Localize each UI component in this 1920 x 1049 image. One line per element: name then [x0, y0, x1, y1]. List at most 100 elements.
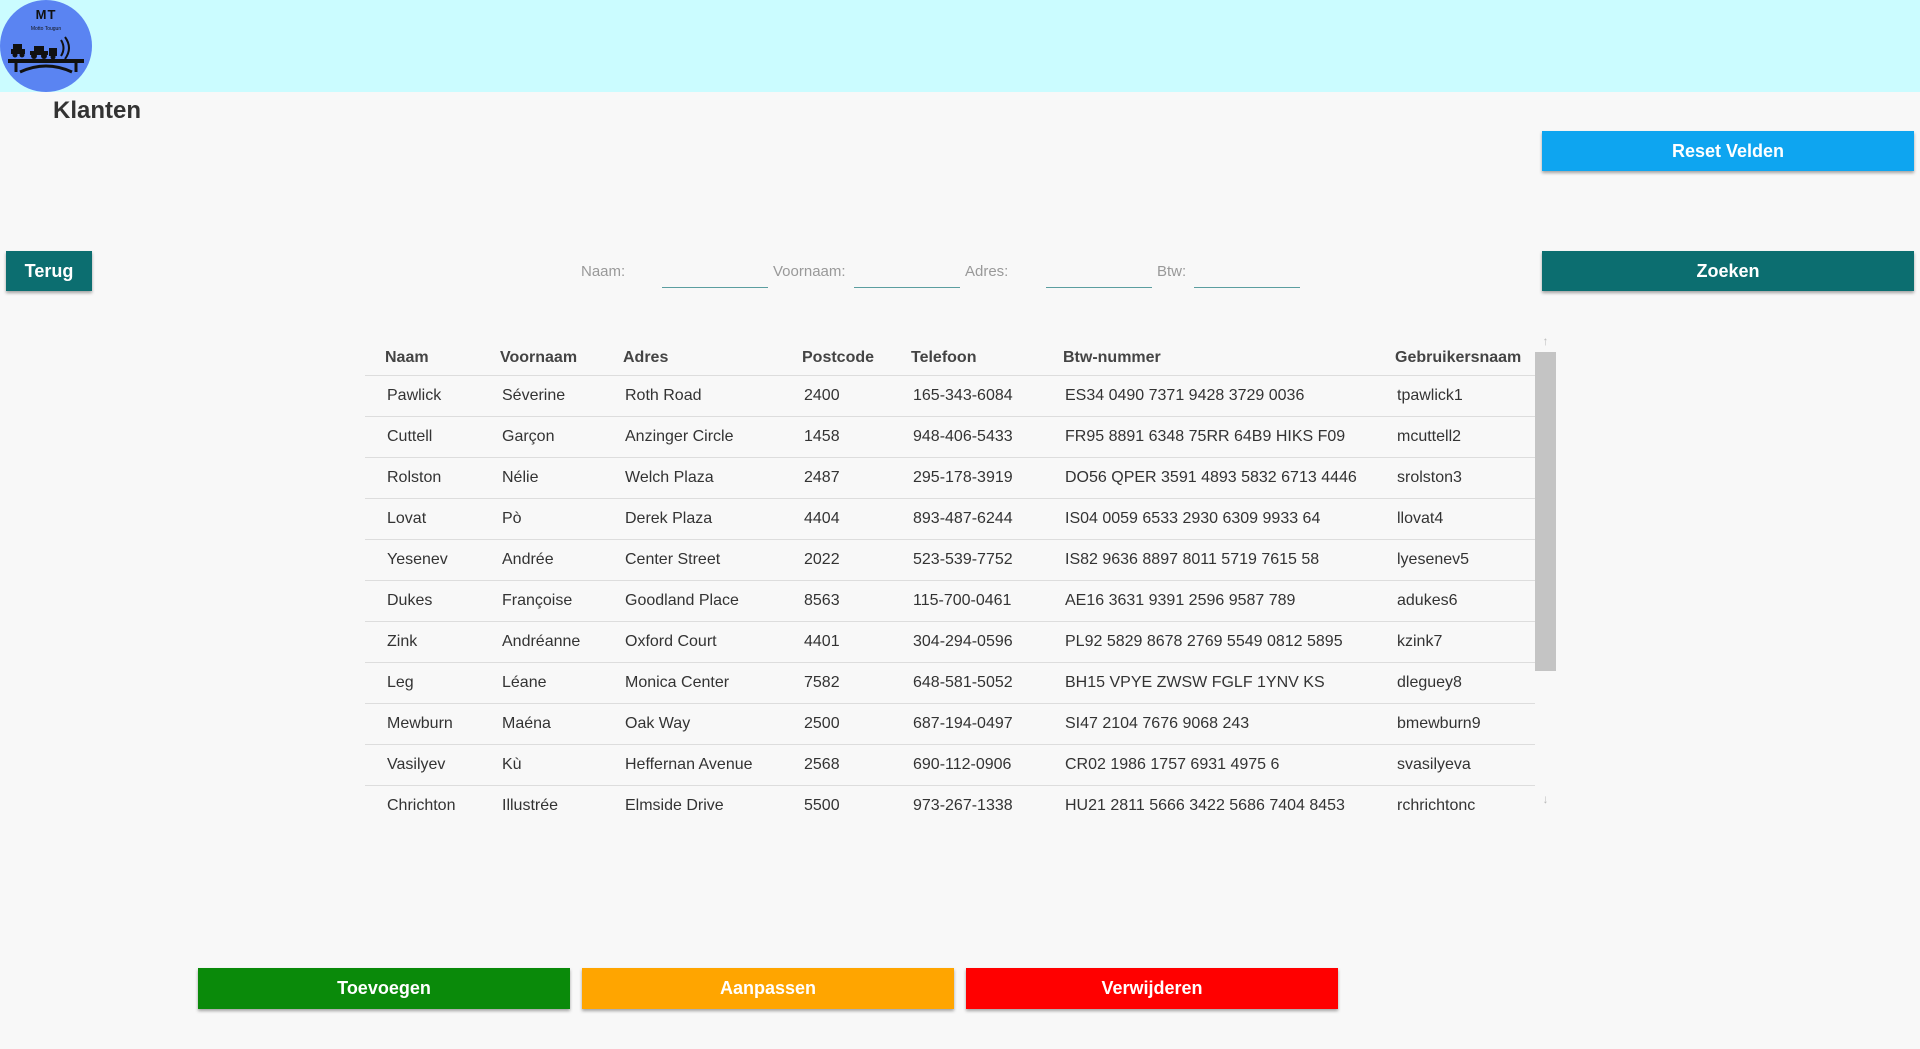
- cell-gebruikersnaam: adukes6: [1375, 580, 1535, 622]
- cell-postcode: 2022: [782, 539, 891, 581]
- cell-btw-nummer: AE16 3631 9391 2596 9587 789: [1043, 580, 1375, 622]
- btw-input[interactable]: [1194, 258, 1300, 288]
- cell-naam: Lovat: [365, 498, 480, 540]
- table-row[interactable]: Lovat Pò Derek Plaza 4404 893-487-6244 I…: [365, 498, 1535, 540]
- cell-postcode: 2500: [782, 703, 891, 745]
- cell-adres: Oak Way: [603, 703, 782, 745]
- cell-btw-nummer: CR02 1986 1757 6931 4975 6: [1043, 744, 1375, 786]
- table-row[interactable]: Mewburn Maéna Oak Way 2500 687-194-0497 …: [365, 703, 1535, 745]
- column-header-gebruikersnaam[interactable]: Gebruikersnaam: [1375, 332, 1535, 376]
- cell-gebruikersnaam: tpawlick1: [1375, 375, 1535, 417]
- customers-table-container: Naam Voornaam Adres Postcode Telefoon Bt…: [365, 332, 1535, 822]
- cell-btw-nummer: ES34 0490 7371 9428 3729 0036: [1043, 375, 1375, 417]
- cell-postcode: 2487: [782, 457, 891, 499]
- cell-adres: Goodland Place: [603, 580, 782, 622]
- cell-voornaam: Garçon: [480, 416, 603, 458]
- table-row[interactable]: Cuttell Garçon Anzinger Circle 1458 948-…: [365, 416, 1535, 458]
- cell-gebruikersnaam: rchrichtonc: [1397, 796, 1476, 814]
- cell-adres: Welch Plaza: [603, 457, 782, 499]
- naam-input[interactable]: [662, 258, 768, 288]
- scrollbar-thumb[interactable]: [1535, 352, 1556, 671]
- cell-voornaam: Françoise: [480, 580, 603, 622]
- table-row[interactable]: Zink Andréanne Oxford Court 4401 304-294…: [365, 621, 1535, 663]
- arrow-up-icon[interactable]: ↑: [1535, 332, 1556, 350]
- cell-voornaam: Nélie: [480, 457, 603, 499]
- page-title: Klanten: [53, 97, 142, 124]
- cell-btw-nummer: IS82 9636 8897 8011 5719 7615 58: [1043, 539, 1375, 581]
- cell-gebruikersnaam: svasilyeva: [1375, 744, 1535, 786]
- cell-gebruikersnaam: kzink7: [1375, 621, 1535, 663]
- column-header-postcode[interactable]: Postcode: [782, 332, 891, 376]
- table-row[interactable]: Vasilyev Kù Heffernan Avenue 2568 690-11…: [365, 744, 1535, 786]
- cell-naam: Zink: [365, 621, 480, 663]
- arrow-down-icon[interactable]: ↓: [1535, 790, 1556, 808]
- cell-btw-nummer: DO56 QPER 3591 4893 5832 6713 4446: [1043, 457, 1375, 499]
- table-scrollbar[interactable]: ↑ ↓: [1535, 332, 1556, 810]
- cell-btw-nummer: BH15 VPYE ZWSW FGLF 1YNV KS: [1043, 662, 1375, 704]
- cell-telefoon: 304-294-0596: [891, 621, 1043, 663]
- cell-adres: Oxford Court: [603, 621, 782, 663]
- cell-adres: Elmside Drive: [625, 796, 724, 814]
- cell-telefoon: 165-343-6084: [891, 375, 1043, 417]
- column-header-naam[interactable]: Naam: [365, 332, 480, 376]
- adres-input[interactable]: [1046, 258, 1152, 288]
- cell-voornaam: Andréanne: [480, 621, 603, 663]
- header-bar: [0, 0, 1920, 92]
- cell-naam: Leg: [365, 662, 480, 704]
- add-button[interactable]: Toevoegen: [198, 968, 570, 1009]
- table-row[interactable]: Yesenev Andrée Center Street 2022 523-53…: [365, 539, 1535, 581]
- column-header-voornaam[interactable]: Voornaam: [480, 332, 603, 376]
- cell-telefoon: 648-581-5052: [891, 662, 1043, 704]
- search-button[interactable]: Zoeken: [1542, 251, 1914, 291]
- column-header-btw-nummer[interactable]: Btw-nummer: [1043, 332, 1375, 376]
- table-row[interactable]: Rolston Nélie Welch Plaza 2487 295-178-3…: [365, 457, 1535, 499]
- cell-adres: Derek Plaza: [603, 498, 782, 540]
- delete-button[interactable]: Verwijderen: [966, 968, 1338, 1009]
- cell-postcode: 4401: [782, 621, 891, 663]
- cell-gebruikersnaam: mcuttell2: [1375, 416, 1535, 458]
- cell-telefoon: 948-406-5433: [891, 416, 1043, 458]
- cell-postcode: 5500: [804, 796, 840, 814]
- cell-voornaam: Léane: [480, 662, 603, 704]
- cell-adres: Roth Road: [603, 375, 782, 417]
- cell-naam: Chrichton: [387, 796, 456, 814]
- table-header-row: Naam Voornaam Adres Postcode Telefoon Bt…: [365, 332, 1535, 376]
- table-row[interactable]: Leg Léane Monica Center 7582 648-581-505…: [365, 662, 1535, 704]
- table-row[interactable]: Pawlick Séverine Roth Road 2400 165-343-…: [365, 375, 1535, 417]
- cell-voornaam: Pò: [480, 498, 603, 540]
- cell-telefoon: 115-700-0461: [891, 580, 1043, 622]
- cell-naam: Dukes: [365, 580, 480, 622]
- cell-telefoon: 295-178-3919: [891, 457, 1043, 499]
- cell-naam: Mewburn: [365, 703, 480, 745]
- cell-btw-nummer: IS04 0059 6533 2930 6309 9933 64: [1043, 498, 1375, 540]
- cell-naam: Pawlick: [365, 375, 480, 417]
- naam-label: Naam:: [581, 263, 626, 280]
- table-row[interactable]: Dukes Françoise Goodland Place 8563 115-…: [365, 580, 1535, 622]
- cell-btw-nummer: SI47 2104 7676 9068 243: [1043, 703, 1375, 745]
- cell-postcode: 7582: [782, 662, 891, 704]
- logo-title: MT: [35, 7, 57, 22]
- cell-naam: Cuttell: [365, 416, 480, 458]
- cell-voornaam: Illustrée: [502, 796, 559, 814]
- customers-table: Naam Voornaam Adres Postcode Telefoon Bt…: [365, 332, 1535, 822]
- voornaam-input[interactable]: [854, 258, 960, 288]
- logo-subtitle: Motto Tougun: [30, 26, 62, 32]
- cell-naam: Yesenev: [365, 539, 480, 581]
- cell-telefoon: 690-112-0906: [891, 744, 1043, 786]
- table-row[interactable]: Chrichton Illustrée Elmside Drive 5500 9…: [365, 785, 1535, 822]
- cell-voornaam: Andrée: [480, 539, 603, 581]
- back-button[interactable]: Terug: [6, 251, 92, 291]
- column-header-adres[interactable]: Adres: [603, 332, 782, 376]
- edit-button[interactable]: Aanpassen: [582, 968, 954, 1009]
- voornaam-label: Voornaam:: [773, 263, 846, 280]
- cell-postcode: 4404: [782, 498, 891, 540]
- cell-telefoon: 687-194-0497: [891, 703, 1043, 745]
- cell-voornaam: Kù: [480, 744, 603, 786]
- cell-adres: Center Street: [603, 539, 782, 581]
- cell-gebruikersnaam: bmewburn9: [1375, 703, 1535, 745]
- reset-fields-button[interactable]: Reset Velden: [1542, 131, 1914, 171]
- column-header-telefoon[interactable]: Telefoon: [891, 332, 1043, 376]
- adres-label: Adres:: [965, 263, 1009, 280]
- cell-telefoon: 893-487-6244: [891, 498, 1043, 540]
- cell-gebruikersnaam: llovat4: [1375, 498, 1535, 540]
